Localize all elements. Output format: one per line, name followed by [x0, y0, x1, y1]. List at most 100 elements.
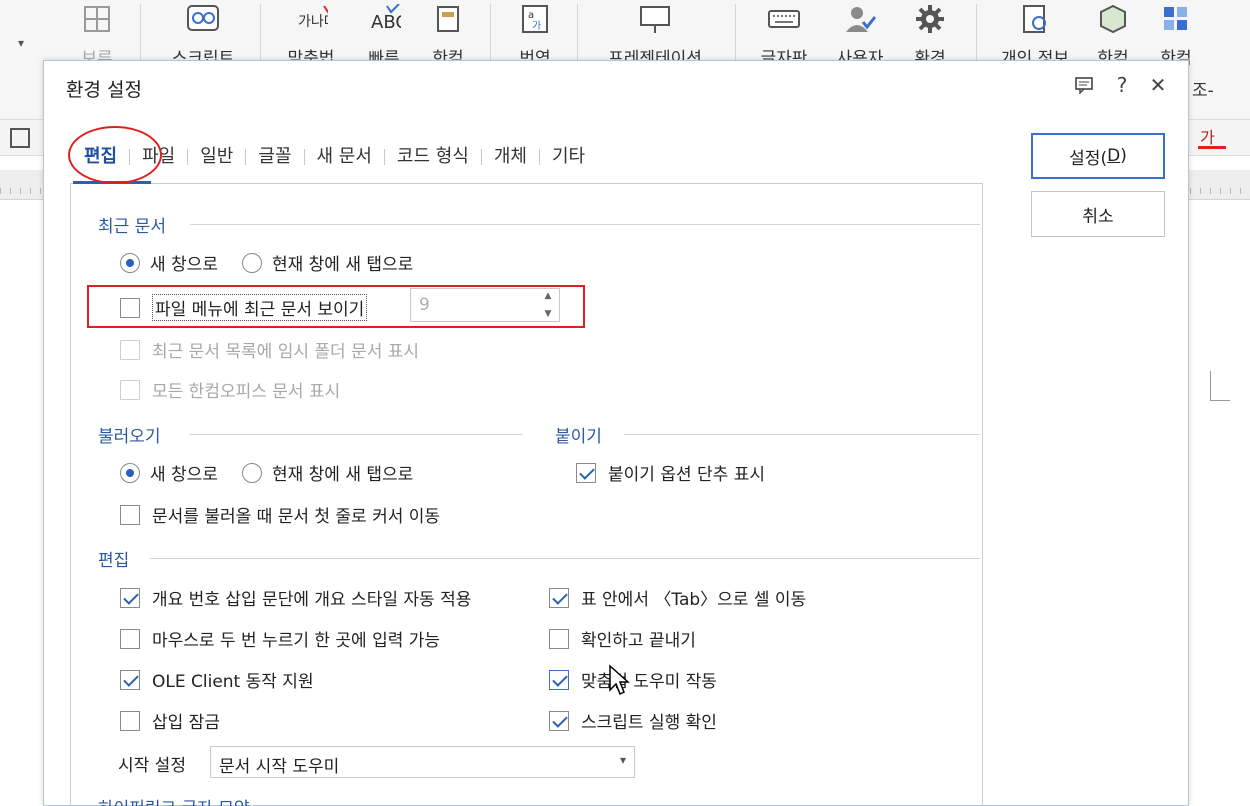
start-setting-label: 시작 설정 [118, 756, 186, 776]
highlight-circle [68, 126, 162, 184]
tab-other[interactable]: 기타 [540, 142, 597, 172]
script-confirm-label: 스크립트 실행 확인 [581, 713, 717, 733]
divider [260, 4, 261, 64]
privacy-icon [1018, 2, 1052, 36]
abc-icon: ABC [367, 2, 401, 36]
tab-in-table-label: 표 안에서 〈Tab〉으로 셀 이동 [581, 590, 807, 610]
tab-object[interactable]: 개체 [482, 142, 539, 172]
page-icon[interactable] [10, 128, 30, 148]
keyboard-icon [767, 2, 801, 36]
dblclick-input-checkbox[interactable] [120, 628, 140, 649]
text-color-bar [1198, 146, 1226, 149]
outline-style-checkbox[interactable] [120, 587, 140, 608]
tab-code-format[interactable]: 코드 형식 [385, 142, 481, 172]
divider [624, 434, 980, 435]
ribbon-collapse[interactable]: ▾ [6, 0, 36, 70]
svg-text:a: a [528, 10, 534, 21]
svg-text:가나다: 가나다 [298, 14, 328, 30]
radio-load-new-window-label: 새 창으로 [150, 465, 218, 485]
radio-recent-new-tab[interactable] [241, 252, 262, 273]
chevron-down-icon: ▾ [619, 753, 626, 767]
confirm-exit-label: 확인하고 끝내기 [581, 631, 696, 651]
text-color-button[interactable]: 가 [1200, 124, 1215, 148]
radio-load-new-tab[interactable] [241, 462, 262, 483]
paste-options-checkbox[interactable] [576, 462, 596, 483]
comment-icon[interactable] [1070, 71, 1098, 99]
translate-icon: a가 [518, 2, 552, 36]
gear-icon [913, 2, 947, 36]
divider [150, 558, 980, 559]
dialog-title: 환경 설정 [66, 79, 142, 101]
temp-folder-label: 최근 문서 목록에 임시 폴더 문서 표시 [152, 342, 420, 362]
start-setting-value: 문서 시작 도우미 [219, 757, 340, 777]
ok-button[interactable]: 설정(D) [1031, 133, 1165, 179]
svg-text:ABC: ABC [371, 12, 401, 33]
section-hyperlink: 하이퍼링크 글자 모양 [98, 794, 250, 806]
paste-options-label: 붙이기 옵션 단추 표시 [608, 465, 765, 485]
script-icon [186, 2, 220, 36]
cursor-first-line-checkbox[interactable] [120, 504, 140, 525]
ok-label-suffix: ) [1120, 146, 1127, 166]
section-load: 불러오기 [98, 427, 161, 447]
all-docs-row: 모든 한컴오피스 문서 표시 [120, 377, 340, 402]
divider [976, 4, 977, 64]
svg-text:가: 가 [532, 20, 541, 32]
all-docs-label: 모든 한컴오피스 문서 표시 [152, 382, 341, 402]
recent-open-options: 새 창으로 현재 창에 새 탭으로 [120, 250, 413, 275]
radio-recent-new-tab-label: 현재 창에 새 탭으로 [271, 255, 414, 275]
load-open-options: 새 창으로 현재 창에 새 탭으로 [120, 460, 413, 485]
divider [140, 4, 141, 64]
paste-options-row: 붙이기 옵션 단추 표시 [576, 460, 765, 485]
section-paste: 붙이기 [555, 427, 602, 447]
tab-in-table-checkbox[interactable] [549, 587, 569, 608]
ok-label-prefix: 설정( [1069, 148, 1108, 169]
dict-icon [431, 2, 465, 36]
highlight-box [87, 285, 585, 328]
section-recent-documents: 최근 문서 [98, 217, 166, 237]
tab-new-document[interactable]: 새 문서 [305, 142, 384, 172]
presentation-icon [638, 2, 672, 36]
tab-general[interactable]: 일반 [188, 142, 245, 172]
cursor-first-line-label: 문서를 불러올 때 문서 첫 줄로 커서 이동 [152, 507, 441, 527]
ole-client-label: OLE Client 동작 지원 [152, 672, 314, 692]
temp-folder-row: 최근 문서 목록에 임시 폴더 문서 표시 [120, 337, 419, 362]
confirm-exit-checkbox[interactable] [549, 628, 569, 649]
insert-lock-checkbox[interactable] [120, 710, 140, 731]
script-confirm-checkbox[interactable] [549, 710, 569, 731]
divider [190, 224, 980, 225]
cube-icon [1096, 2, 1130, 36]
insert-lock-label: 삽입 잠금 [152, 713, 220, 733]
margin-mark [1210, 371, 1230, 401]
cancel-button[interactable]: 취소 [1031, 191, 1165, 237]
script-confirm-row: 스크립트 실행 확인 [549, 708, 717, 733]
cursor-first-line-row: 문서를 불러올 때 문서 첫 줄로 커서 이동 [120, 502, 440, 527]
radio-recent-new-window-label: 새 창으로 [150, 255, 218, 275]
all-docs-checkbox[interactable] [120, 379, 140, 400]
start-setting-select[interactable]: 문서 시작 도우미 ▾ [210, 746, 635, 778]
outline-style-row: 개요 번호 삽입 문단에 개요 스타일 자동 적용 [120, 585, 471, 610]
radio-load-new-tab-label: 현재 창에 새 탭으로 [271, 465, 414, 485]
divider [735, 4, 736, 64]
radio-load-new-window[interactable] [120, 462, 140, 483]
spell-helper-label: 맞춤법 도우미 작동 [581, 672, 717, 692]
dialog-titlebar[interactable]: 환경 설정 ? ✕ [44, 61, 1190, 111]
divider [490, 4, 491, 64]
divider [190, 434, 522, 435]
close-icon[interactable]: ✕ [1144, 71, 1172, 99]
chevron-down-icon[interactable]: ▾ [18, 36, 24, 50]
user-icon [843, 2, 877, 36]
section-edit: 편집 [98, 551, 130, 571]
tab-font[interactable]: 글꼴 [246, 142, 303, 172]
spellcheck-icon: 가나다 [294, 2, 328, 36]
grid-icon [1159, 2, 1193, 36]
ok-shortcut: D [1107, 146, 1121, 166]
ole-client-checkbox[interactable] [120, 669, 140, 690]
ribbon-overflow-label[interactable]: 조- [1192, 76, 1214, 101]
spell-helper-checkbox[interactable] [549, 669, 569, 690]
tab-in-table-row: 표 안에서 〈Tab〉으로 셀 이동 [549, 585, 806, 610]
dblclick-input-row: 마우스로 두 번 누르기 한 곳에 입력 가능 [120, 626, 440, 651]
help-icon[interactable]: ? [1108, 71, 1136, 99]
insert-lock-row: 삽입 잠금 [120, 708, 220, 733]
radio-recent-new-window[interactable] [120, 252, 140, 273]
temp-folder-checkbox[interactable] [120, 339, 140, 360]
